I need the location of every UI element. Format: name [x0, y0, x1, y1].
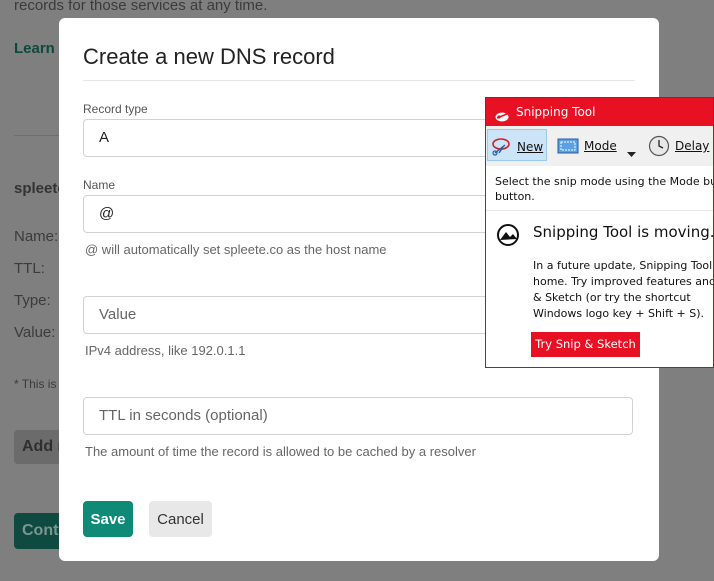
snip-instructions: Select the snip mode using the Mode butt… [495, 174, 714, 204]
snipping-tool-window: Snipping Tool New Mode Delay Select the … [485, 97, 714, 368]
save-button[interactable]: Save [83, 501, 133, 537]
new-snip-button[interactable]: New [487, 129, 547, 161]
snip-instructions-line-1: Select the snip mode using the Mode butt [495, 175, 714, 188]
value-help-text: IPv4 address, like 192.0.1.1 [85, 343, 246, 358]
new-snip-label: New [517, 140, 544, 154]
footnote: * This is [14, 377, 57, 391]
ttl-help-text: The amount of time the record is allowed… [85, 444, 476, 459]
snipping-tool-toolbar: New Mode Delay [486, 126, 713, 166]
cancel-button[interactable]: Cancel [149, 501, 212, 537]
name-label: Name [83, 178, 116, 192]
add-record-label: Add r [22, 438, 64, 455]
record-type-label: Record type [83, 102, 148, 116]
modal-title: Create a new DNS record [83, 44, 335, 69]
snip-moving-paragraph: In a future update, Snipping Tool w home… [533, 258, 714, 322]
snipping-tool-titlebar[interactable]: Snipping Tool [486, 98, 713, 126]
delay-label[interactable]: Delay [675, 139, 709, 153]
snip-paragraph-line-3: & Sketch (or try the shortcut [533, 291, 691, 304]
detail-label-ttl: TTL: [14, 260, 45, 277]
continue-label: Conti [22, 522, 63, 539]
modal-divider [83, 80, 635, 81]
try-snip-sketch-button[interactable]: Try Snip & Sketch [531, 332, 640, 357]
intro-text: records for those services at any time. [14, 0, 268, 14]
scissors-icon [495, 105, 509, 122]
snip-sketch-icon [495, 222, 521, 250]
name-help-text: @ will automatically set spleete.co as t… [85, 242, 387, 257]
snipping-tool-title: Snipping Tool [516, 105, 596, 119]
snip-moving-heading: Snipping Tool is moving... [533, 223, 714, 241]
ttl-input[interactable]: TTL in seconds (optional) [83, 397, 633, 435]
snip-paragraph-line-2: home. Try improved features and sn [533, 275, 714, 288]
dropdown-arrow-icon[interactable] [627, 143, 636, 162]
new-snip-icon [491, 136, 513, 160]
detail-label-value: Value: [14, 324, 56, 341]
learn-link[interactable]: Learn [14, 40, 55, 57]
clock-icon [648, 135, 670, 161]
detail-label-type: Type: [14, 292, 51, 309]
mode-icon [557, 138, 579, 158]
snip-instructions-line-2: button. [495, 190, 535, 203]
snip-paragraph-line-4: Windows logo key + Shift + S). [533, 307, 705, 320]
mode-label[interactable]: Mode [584, 139, 617, 153]
record-heading: spleete [14, 180, 66, 197]
snip-paragraph-line-1: In a future update, Snipping Tool w [533, 259, 714, 272]
detail-label-name: Name: [14, 228, 59, 245]
